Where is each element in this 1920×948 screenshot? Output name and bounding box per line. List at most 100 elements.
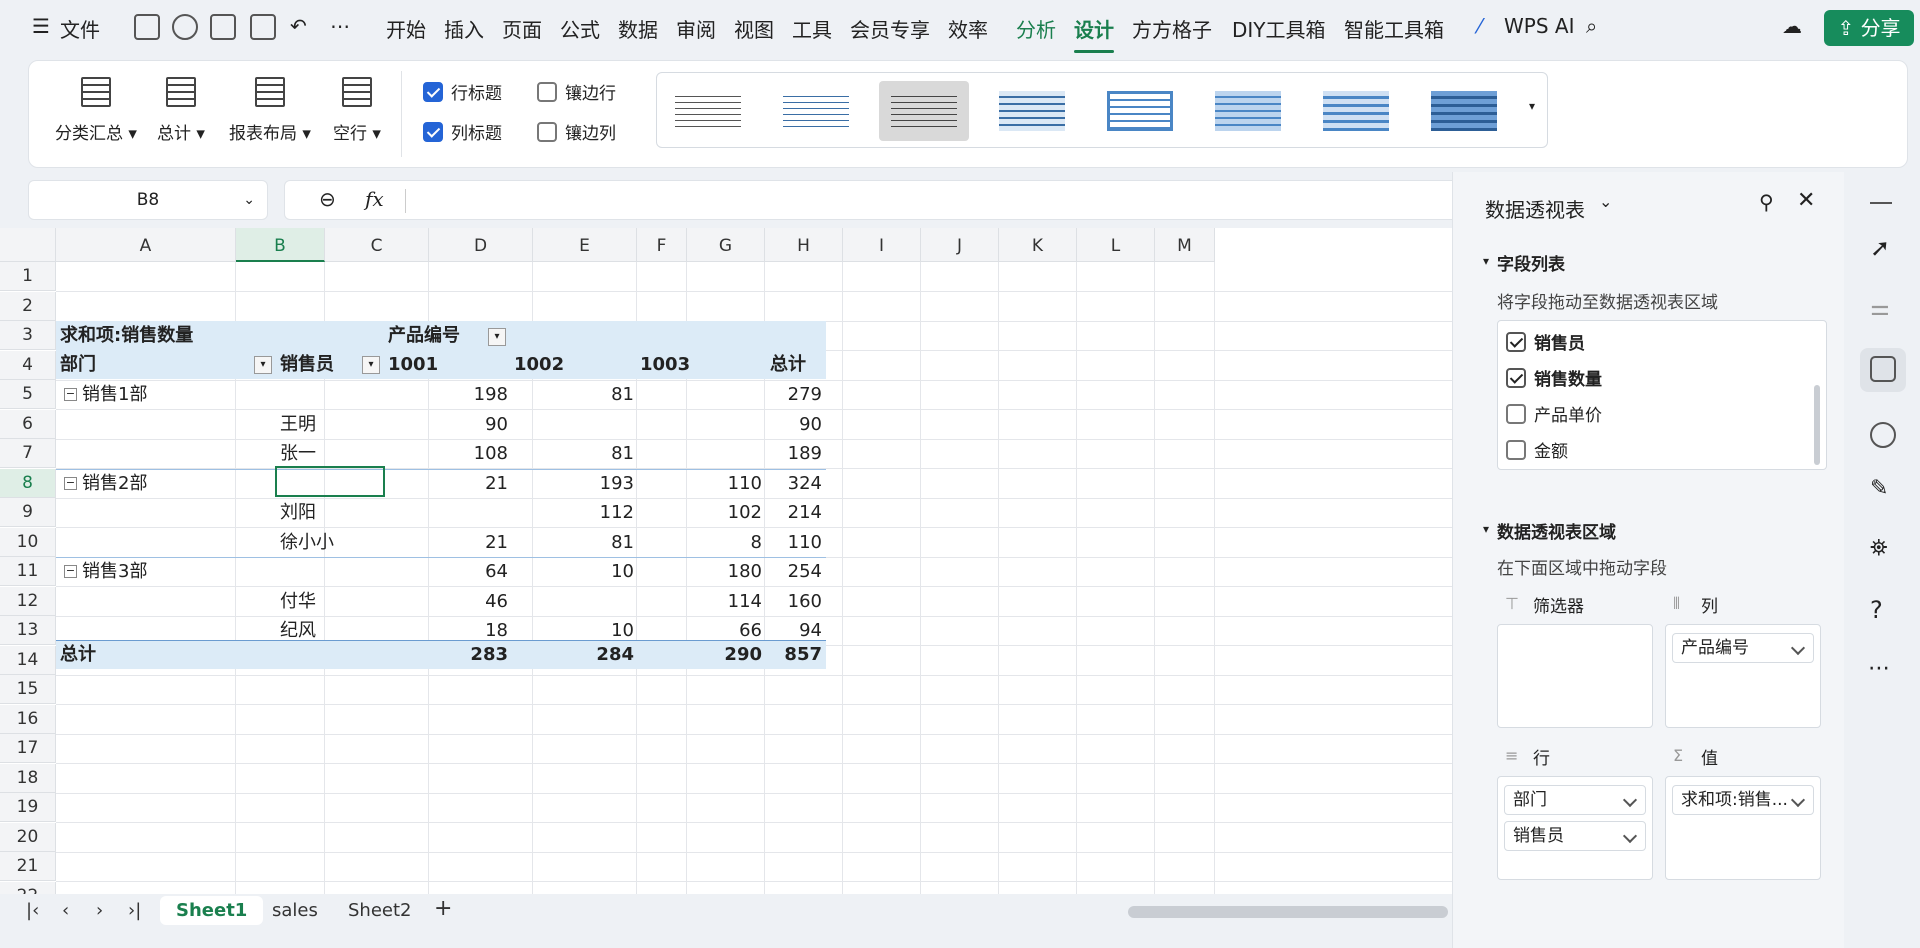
pivot-value-cell[interactable]: 81 [510,439,634,468]
row-field-pill[interactable]: 部门 [1504,785,1646,815]
row-header[interactable]: 3 [0,321,56,350]
first-sheet-icon[interactable]: |‹ [26,900,39,921]
pivot-style-tile[interactable] [663,81,753,141]
collapse-icon[interactable]: ▾ [1483,254,1489,268]
collapse-group-icon[interactable]: − [64,388,77,401]
pivot-value-cell[interactable]: 46 [384,587,508,616]
adjust-icon[interactable]: ⚌ [1870,296,1890,321]
tab-sheet2[interactable]: Sheet2 [348,900,412,921]
spreadsheet-grid[interactable]: ABCDEFGHIJKLM 1 2 3 4 5 6 7 8 9 10 11 12 13 14 15 16 17 1… [0,228,1452,912]
grand-totals-button[interactable]: 总计 ▾ [153,77,209,144]
chat-icon[interactable]: ☁ [1782,14,1802,38]
row-header[interactable]: 4 [0,350,56,380]
tab-design[interactable]: 设计 [1074,14,1114,53]
tab-tools[interactable]: 工具 [792,14,832,43]
column-drop-zone[interactable]: 产品编号 [1665,624,1821,728]
row-header[interactable]: 9 [0,498,56,527]
row-header[interactable]: 11 [0,557,56,586]
field-checkbox-icon[interactable] [1506,439,1526,460]
row-header[interactable]: 14 [0,645,56,675]
undo-icon[interactable]: ↶ [290,14,307,38]
search-icon[interactable]: ⌕ [1586,14,1597,38]
pivot-value-cell[interactable]: 110 [638,469,762,498]
pivot-value-cell[interactable]: 64 [384,557,508,586]
tab-member[interactable]: 会员专享 [850,14,930,43]
formula-bar[interactable]: ⊖ fx [284,180,1454,220]
pivot-style-tile[interactable] [1203,81,1293,141]
pin-icon[interactable]: ⚲ [1759,190,1774,214]
pivot-style-tile[interactable] [1419,81,1509,141]
value-field-pill[interactable]: 求和项:销售... [1672,785,1814,815]
format-painter-icon[interactable] [172,14,198,40]
pivot-value-cell[interactable]: 180 [638,557,762,586]
pivot-value-cell[interactable]: 160 [764,587,822,616]
field-item[interactable]: 销售员 [1506,329,1585,354]
pivot-value-cell[interactable] [638,439,762,468]
pivot-value-cell[interactable]: 10 [510,557,634,586]
tab-efficiency[interactable]: 效率 [948,14,988,43]
chevron-down-icon[interactable]: ⌄ [1599,192,1612,211]
row-header[interactable]: 17 [0,734,56,763]
tab-view[interactable]: 视图 [734,14,774,43]
pivot-value-cell[interactable]: 189 [764,439,822,468]
share-button[interactable]: ⇪ 分享 [1824,10,1914,46]
tab-formula[interactable]: 公式 [560,14,600,43]
field-item[interactable]: 销售数量 [1506,365,1602,390]
help-icon[interactable]: ? [1870,596,1883,624]
column-header[interactable]: M [1155,228,1215,262]
column-header[interactable]: J [921,228,999,262]
field-checkbox-icon[interactable] [1506,331,1526,352]
minimize-icon[interactable] [1870,202,1892,204]
pivot-value-cell[interactable] [384,498,508,527]
collapse-group-icon[interactable]: − [64,476,77,490]
pivot-value-cell[interactable]: 279 [764,380,822,409]
prev-sheet-icon[interactable]: ‹ [62,900,69,921]
fx-icon[interactable]: fx [365,187,384,211]
close-icon[interactable]: ✕ [1797,188,1815,213]
pivot-style-tile-selected[interactable] [879,81,969,141]
map-icon[interactable]: ⛯ [1870,536,1888,561]
pivot-value-cell[interactable] [510,410,634,439]
pivot-style-tile[interactable] [987,81,1077,141]
pivot-panel-toggle[interactable] [1860,348,1906,392]
tab-fangfang[interactable]: 方方格子 [1132,14,1212,43]
pivot-style-tile[interactable] [771,81,861,141]
field-item[interactable]: 产品单价 [1506,401,1602,426]
row-header[interactable]: 1 [0,262,56,291]
field-list-scrollbar[interactable] [1814,385,1820,465]
field-checkbox-icon[interactable] [1506,403,1526,424]
more-icon[interactable]: ⋯ [330,14,350,38]
field-checkbox-icon[interactable] [1506,367,1526,388]
row-header[interactable]: 7 [0,439,56,468]
row-header[interactable]: 2 [0,291,56,321]
column-header[interactable]: I [843,228,921,262]
zoom-icon[interactable]: ⊖ [319,187,336,211]
pivot-value-cell[interactable]: 90 [764,410,822,439]
column-header[interactable]: B [236,228,325,262]
cursor-icon[interactable]: ➚ [1870,234,1890,262]
tab-analyze[interactable]: 分析 [1016,14,1056,43]
column-header[interactable]: A [56,228,236,262]
column-filter-dropdown-icon[interactable]: ▾ [488,328,506,346]
banded-rows-checkbox[interactable]: 镶边行 [537,79,616,104]
column-header[interactable]: K [999,228,1077,262]
tab-sales[interactable]: sales [272,900,318,921]
field-item[interactable]: 金额 [1506,437,1568,462]
value-drop-zone[interactable]: 求和项:销售... [1665,776,1821,880]
column-header[interactable]: L [1077,228,1155,262]
row-header[interactable]: 21 [0,852,56,881]
pivot-value-cell[interactable]: 112 [510,498,634,527]
add-sheet-icon[interactable]: + [434,896,452,921]
column-header[interactable]: C [325,228,429,262]
blank-rows-button[interactable]: 空行 ▾ [329,77,385,144]
pivot-value-cell[interactable]: 81 [510,380,634,409]
select-all-corner[interactable] [0,228,56,262]
row-header[interactable]: 15 [0,675,56,704]
tab-home[interactable]: 开始 [386,14,426,43]
column-header[interactable]: G [687,228,765,262]
column-header[interactable]: E [533,228,637,262]
subtotals-button[interactable]: 分类汇总 ▾ [51,77,141,144]
row-header[interactable]: 12 [0,586,56,616]
tab-review[interactable]: 审阅 [676,14,716,43]
pivot-value-cell[interactable]: 324 [764,469,822,498]
